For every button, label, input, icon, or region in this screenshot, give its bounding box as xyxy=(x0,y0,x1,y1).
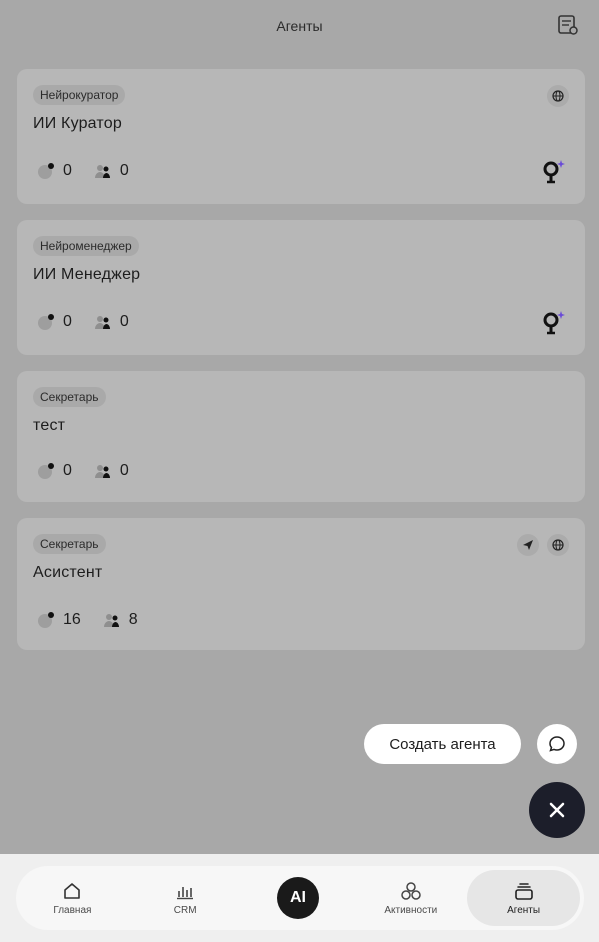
close-fab-button[interactable] xyxy=(529,782,585,838)
channel-icons xyxy=(517,534,569,556)
agent-stats: 0 0 xyxy=(37,462,151,480)
document-settings-icon[interactable] xyxy=(557,14,579,36)
globe-icon xyxy=(547,85,569,107)
chat-dot-icon xyxy=(38,612,54,628)
users-count: 0 xyxy=(119,462,129,479)
page-title: Агенты xyxy=(276,18,323,34)
home-icon xyxy=(64,882,81,899)
chat-dot-icon xyxy=(38,463,54,479)
chats-count: 0 xyxy=(63,162,72,179)
nav-agents-label: Агенты xyxy=(507,904,541,916)
ai-assistant-icon[interactable] xyxy=(541,159,565,185)
agent-type-badge: Секретарь xyxy=(33,387,106,407)
globe-icon xyxy=(547,534,569,556)
chat-dot-icon xyxy=(38,163,54,179)
channel-icons xyxy=(547,85,569,107)
chat-dot-icon xyxy=(38,314,54,330)
users-stat: 0 xyxy=(94,313,129,331)
agent-card[interactable]: Нейрокуратор ИИ Куратор 0 0 xyxy=(17,69,585,204)
users-stat: 8 xyxy=(103,611,138,629)
top-bar: Агенты xyxy=(0,0,599,52)
agent-name: Асистент xyxy=(33,564,103,581)
ai-button: AI xyxy=(276,877,319,919)
agents-stack-icon xyxy=(514,882,533,900)
bottom-nav: Главная CRM AI Активности Агенты xyxy=(16,866,584,930)
nav-home[interactable]: Главная xyxy=(16,870,129,926)
chats-stat: 0 xyxy=(37,162,72,180)
users-icon xyxy=(94,465,110,478)
agent-type-badge: Нейроменеджер xyxy=(33,236,139,256)
nav-activities-label: Активности xyxy=(384,904,438,916)
agent-stats: 16 8 xyxy=(37,611,160,629)
agent-stats: 0 0 xyxy=(37,162,151,180)
agent-stats: 0 0 xyxy=(37,313,151,331)
users-stat: 0 xyxy=(94,462,129,480)
chats-stat: 0 xyxy=(37,313,72,331)
ai-assistant-icon[interactable] xyxy=(541,310,565,336)
agent-card[interactable]: Секретарь Асистент 16 8 xyxy=(17,518,585,650)
agent-type-badge: Нейрокуратор xyxy=(33,85,126,105)
send-icon xyxy=(517,534,539,556)
close-icon xyxy=(549,802,565,818)
agent-name: ИИ Куратор xyxy=(33,115,122,132)
bar-chart-icon xyxy=(177,886,194,899)
nav-crm-label: CRM xyxy=(173,904,197,916)
nav-agents[interactable]: Агенты xyxy=(467,870,580,926)
chats-stat: 16 xyxy=(37,611,81,629)
users-icon xyxy=(94,316,110,329)
users-icon xyxy=(94,165,110,178)
users-count: 8 xyxy=(128,611,138,628)
users-count: 0 xyxy=(119,313,129,330)
activities-icon xyxy=(401,881,421,900)
nav-activities[interactable]: Активности xyxy=(354,870,467,926)
chats-count: 0 xyxy=(63,462,72,479)
create-agent-button[interactable]: Создать агента xyxy=(364,724,521,764)
agent-type-badge: Секретарь xyxy=(33,534,106,554)
chat-bubble-icon xyxy=(549,736,565,752)
chats-stat: 0 xyxy=(37,462,72,480)
users-icon xyxy=(103,614,119,627)
agent-name: тест xyxy=(33,417,66,434)
nav-crm[interactable]: CRM xyxy=(129,870,242,926)
nav-ai[interactable]: AI xyxy=(242,870,355,926)
users-stat: 0 xyxy=(94,162,129,180)
chat-bubble-button[interactable] xyxy=(537,724,577,764)
agent-card[interactable]: Нейроменеджер ИИ Менеджер 0 0 xyxy=(17,220,585,355)
chats-count: 16 xyxy=(63,611,81,628)
agent-card[interactable]: Секретарь тест 0 0 xyxy=(17,371,585,502)
nav-home-label: Главная xyxy=(53,904,92,916)
users-count: 0 xyxy=(119,162,129,179)
agent-name: ИИ Менеджер xyxy=(33,266,141,283)
chats-count: 0 xyxy=(63,313,72,330)
